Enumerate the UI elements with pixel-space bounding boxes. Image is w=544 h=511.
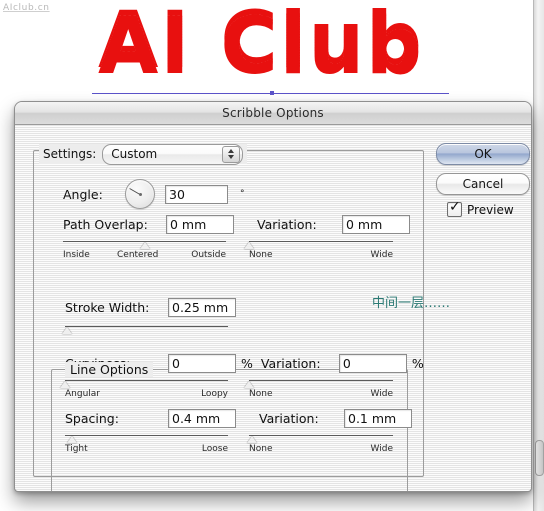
curviness-variation-slider-thumb[interactable] bbox=[244, 381, 254, 388]
settings-popup-value: Custom bbox=[111, 147, 158, 161]
line-options-legend: Line Options bbox=[65, 362, 154, 377]
spacing-tick-left: Tight bbox=[65, 444, 88, 454]
path-overlap-variation-label: Variation: bbox=[257, 217, 317, 232]
stroke-width-label: Stroke Width: bbox=[65, 300, 150, 315]
scribble-artwork: AI Club AI Club bbox=[0, 8, 544, 98]
curviness-tick-right: Loopy bbox=[201, 389, 228, 399]
angle-dial-hub bbox=[138, 192, 142, 196]
line-options-group-box bbox=[51, 369, 408, 491]
artwork-text-hatch: AI Club bbox=[98, 8, 424, 92]
spacing-variation-input[interactable]: 0.1 mm bbox=[344, 409, 412, 428]
spacing-variation-tick-right: Wide bbox=[370, 444, 393, 454]
ok-button[interactable]: OK bbox=[436, 143, 530, 165]
curviness-variation-label: Variation: bbox=[260, 356, 321, 371]
curviness-variation-input[interactable]: 0 bbox=[338, 354, 407, 373]
path-overlap-variation-slider-thumb[interactable] bbox=[244, 242, 254, 249]
path-overlap-label: Path Overlap: bbox=[63, 217, 148, 232]
chinese-annotation: 中间一层…… bbox=[372, 296, 451, 311]
curviness-variation-tick-left: None bbox=[249, 389, 273, 399]
scrollbar-thumb[interactable] bbox=[535, 440, 544, 476]
path-overlap-tick-left: Inside bbox=[63, 250, 90, 260]
curviness-unit: % bbox=[241, 356, 253, 371]
selection-anchor-point bbox=[270, 91, 274, 95]
stroke-width-row: Stroke Width: 0.25 mm bbox=[65, 298, 236, 317]
cancel-button[interactable]: Cancel bbox=[436, 173, 530, 195]
spacing-row: Spacing: 0.4 mm Variation: 0.1 mm bbox=[65, 409, 412, 428]
spacing-variation-tick-left: None bbox=[249, 444, 273, 454]
path-overlap-row: Path Overlap: 0 mm Variation: 0 mm bbox=[63, 215, 410, 234]
curviness-slider-thumb[interactable] bbox=[60, 381, 70, 388]
curviness-tick-left: Angular bbox=[65, 389, 100, 399]
path-overlap-variation-tick-left: None bbox=[249, 250, 273, 260]
spacing-input[interactable]: 0.4 mm bbox=[168, 409, 236, 428]
preview-checkbox-row[interactable]: ✓ Preview bbox=[447, 199, 514, 217]
spacing-tick-right: Loose bbox=[201, 444, 228, 454]
document-vertical-scrollbar[interactable] bbox=[533, 0, 544, 511]
spacing-variation-label: Variation: bbox=[259, 411, 319, 426]
dialog-titlebar[interactable]: Scribble Options bbox=[15, 102, 531, 125]
path-overlap-slider-thumb[interactable] bbox=[139, 242, 150, 249]
checkmark-icon: ✓ bbox=[449, 199, 461, 215]
angle-row: Angle: 30 ° bbox=[63, 179, 245, 209]
settings-label: Settings: bbox=[43, 147, 97, 161]
settings-row: Settings: Custom bbox=[39, 143, 248, 165]
settings-popup-menu[interactable]: Custom bbox=[102, 143, 244, 165]
path-overlap-variation-tick-right: Wide bbox=[370, 250, 393, 260]
stroke-width-input[interactable]: 0.25 mm bbox=[168, 298, 236, 317]
angle-unit: ° bbox=[240, 189, 245, 199]
path-overlap-tick-center: Centered bbox=[117, 250, 159, 260]
preview-label: Preview bbox=[467, 202, 514, 217]
stroke-width-slider-thumb[interactable] bbox=[61, 327, 72, 334]
path-overlap-tick-right: Outside bbox=[191, 250, 226, 260]
spacing-label: Spacing: bbox=[65, 411, 119, 426]
curviness-variation-unit: % bbox=[411, 356, 424, 371]
dialog-title: Scribble Options bbox=[222, 106, 324, 120]
path-overlap-input[interactable]: 0 mm bbox=[166, 215, 234, 234]
curviness-variation-tick-right: Wide bbox=[370, 389, 393, 399]
curviness-input[interactable]: 0 bbox=[168, 354, 236, 373]
preview-checkbox[interactable]: ✓ bbox=[447, 199, 462, 217]
path-overlap-variation-input[interactable]: 0 mm bbox=[342, 215, 410, 234]
angle-dial[interactable] bbox=[125, 179, 155, 209]
spacing-slider-thumb[interactable] bbox=[66, 436, 77, 443]
spacing-variation-slider-thumb[interactable] bbox=[246, 436, 257, 443]
angle-input[interactable]: 30 bbox=[165, 184, 228, 204]
chevron-updown-icon[interactable] bbox=[222, 145, 241, 163]
angle-label: Angle: bbox=[63, 186, 103, 202]
scribble-options-dialog: Scribble Options Settings: Custom Angle:… bbox=[14, 101, 532, 492]
